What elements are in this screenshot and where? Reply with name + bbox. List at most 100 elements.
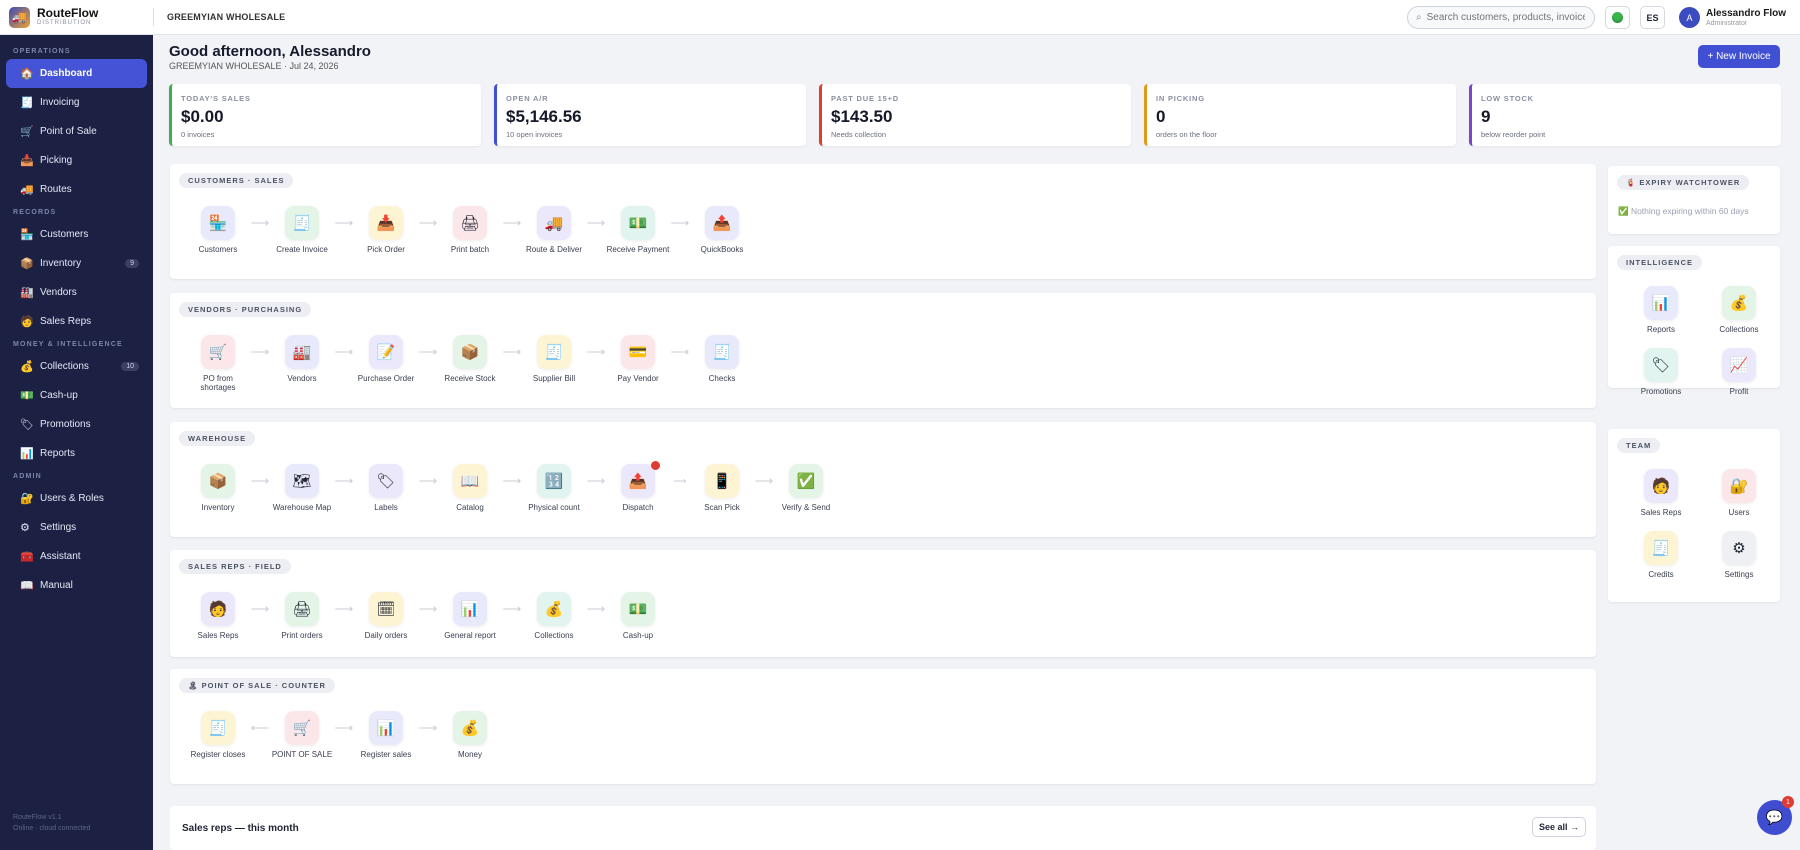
truck-icon: 🚚 [9, 6, 30, 28]
sidebar-item-assistant[interactable]: 🧰 Assistant [6, 542, 147, 571]
sidebar-item-invoicing[interactable]: 🧾 Invoicing [6, 88, 147, 117]
sidebar-item-settings[interactable]: ⚙ Settings [6, 513, 147, 542]
sidebar-item-collections[interactable]: 💰 Collections 10 [6, 352, 147, 381]
sidebar-item-manual[interactable]: 📖 Manual [6, 571, 147, 600]
team-item-credits[interactable]: 🧾 Credits [1622, 531, 1700, 579]
kpi-card-in-picking[interactable]: IN PICKING 0 orders on the floor [1144, 84, 1456, 146]
workflow-step-supplier-bill[interactable]: 🧾 Supplier Bill [524, 335, 584, 383]
panel-title: WAREHOUSE [179, 431, 256, 446]
connection-status: Online · cloud connected [13, 825, 91, 832]
kpi-card-open-a-r[interactable]: OPEN A/R $5,146.56 10 open invoices [494, 84, 806, 146]
sidebar-item-users-roles[interactable]: 🔐 Users & Roles [6, 484, 147, 513]
search-input[interactable] [1426, 12, 1585, 23]
notification-dot [651, 461, 660, 470]
workflow-step-collections[interactable]: 💰 Collections [524, 592, 584, 640]
sidebar-item-label: Sales Reps [40, 316, 92, 327]
workflow-steps: 🧾 Register closes ⟵ 🛒 POINT OF SALE ⟶ 📊 Registe… [188, 711, 500, 759]
team-item-sales-reps[interactable]: 🧑 Sales Reps [1622, 469, 1700, 517]
intelligence-item-promotions[interactable]: 🏷 Promotions [1622, 348, 1700, 396]
team-item-users[interactable]: 🔐 Users [1700, 469, 1778, 517]
workflow-step-customers[interactable]: 🏪 Customers [188, 206, 248, 254]
daily-orders-icon: 🗓 [369, 592, 403, 626]
kpi-card-past-due-15-d[interactable]: PAST DUE 15+D $143.50 Needs collection [819, 84, 1131, 146]
arrow-right-icon: ⟶ [754, 473, 774, 488]
status-button[interactable] [1604, 6, 1630, 29]
arrow-right-icon: ⟶ [586, 601, 606, 616]
vendors-icon: 🏭 [20, 287, 34, 299]
workflow-step-vendors[interactable]: 🏭 Vendors [272, 335, 332, 383]
sidebar-section-money-intelligence: MONEY & INTELLIGENCE [13, 341, 123, 348]
pay-vendor-icon: 💳 [621, 335, 655, 369]
assistant-icon: 🧰 [20, 551, 34, 563]
inventory-icon: 📦 [20, 258, 34, 270]
workflow-step-label: Labels [374, 503, 398, 512]
workflow-step-quickbooks[interactable]: 📤 QuickBooks [692, 206, 752, 254]
new-invoice-button[interactable]: + New Invoice [1698, 45, 1780, 68]
workflow-step-general-report[interactable]: 📊 General report [440, 592, 500, 640]
workflow-step-scan-pick[interactable]: 📱 Scan Pick [692, 464, 752, 512]
verify-send-icon: ✅ [789, 464, 823, 498]
sidebar-item-promotions[interactable]: 🏷 Promotions [6, 410, 147, 439]
workflow-step-register-sales[interactable]: 📊 Register sales [356, 711, 416, 759]
sidebar-item-cash-up[interactable]: 💵 Cash-up [6, 381, 147, 410]
sidebar-item-inventory[interactable]: 📦 Inventory 9 [6, 249, 147, 278]
workflow-panel-customers-sales: CUSTOMERS · SALES 🏪 Customers ⟶ 🧾 Create Invo… [170, 164, 1596, 279]
workflow-step-point-of-sale[interactable]: 🛒 POINT OF SALE [272, 711, 332, 759]
workflow-step-money[interactable]: 💰 Money [440, 711, 500, 759]
sidebar-item-reports[interactable]: 📊 Reports [6, 439, 147, 468]
item-label: Reports [1646, 325, 1675, 334]
kpi-card-low-stock[interactable]: LOW STOCK 9 below reorder point [1469, 84, 1781, 146]
workflow-step-receive-payment[interactable]: 💵 Receive Payment [607, 206, 669, 254]
register-sales-icon: 📊 [369, 711, 403, 745]
sales-reps-icon: 🧑 [201, 592, 235, 626]
search-box[interactable]: ⌕ [1406, 6, 1595, 29]
dispatch-icon: 📤 [621, 464, 655, 498]
workflow-step-checks[interactable]: 🧾 Checks [692, 335, 752, 383]
workflow-step-po-from-shortages[interactable]: 🛒 PO from shortages [188, 335, 248, 392]
sidebar-item-routes[interactable]: 🚚 Routes [6, 175, 147, 204]
workflow-step-purchase-order[interactable]: 📝 Purchase Order [356, 335, 416, 383]
workflow-step-daily-orders[interactable]: 🗓 Daily orders [356, 592, 416, 640]
intelligence-item-collections[interactable]: 💰 Collections [1700, 286, 1778, 334]
checks-icon: 🧾 [705, 335, 739, 369]
workflow-step-print-orders[interactable]: 🖨 Print orders [272, 592, 332, 640]
user-menu[interactable]: A Alessandro Flow Administrator [1678, 7, 1786, 28]
arrow-right-icon: ⟶ [418, 473, 438, 488]
language-button[interactable]: ES [1639, 6, 1665, 29]
workflow-step-verify-send[interactable]: ✅ Verify & Send [776, 464, 836, 512]
workflow-step-physical-count[interactable]: 🔢 Physical count [524, 464, 584, 512]
workflow-step-pick-order[interactable]: 📥 Pick Order [356, 206, 416, 254]
workflow-step-cash-up[interactable]: 💵 Cash-up [608, 592, 668, 640]
item-label: Collections [1719, 325, 1759, 334]
workflow-step-route-deliver[interactable]: 🚚 Route & Deliver [524, 206, 584, 254]
sidebar-item-point-of-sale[interactable]: 🛒 Point of Sale [6, 117, 147, 146]
workflow-step-warehouse-map[interactable]: 🗺 Warehouse Map [272, 464, 332, 512]
workflow-step-register-closes[interactable]: 🧾 Register closes [188, 711, 248, 759]
sidebar-item-customers[interactable]: 🏪 Customers [6, 220, 147, 249]
workflow-step-receive-stock[interactable]: 📦 Receive Stock [440, 335, 500, 383]
arrow-right-icon: ⟶ [502, 344, 522, 359]
workflow-step-label: Receive Stock [444, 374, 496, 383]
see-all-button[interactable]: See all → [1531, 817, 1586, 837]
team-item-settings[interactable]: ⚙ Settings [1700, 531, 1778, 579]
arrow-right-icon: ⟶ [586, 344, 606, 359]
sidebar-item-picking[interactable]: 📥 Picking [6, 146, 147, 175]
brand[interactable]: 🚚 RouteFlow DISTRIBUTION [0, 0, 153, 35]
arrow-right-icon: ⟶ [418, 720, 438, 735]
sidebar-item-vendors[interactable]: 🏭 Vendors [6, 278, 147, 307]
workflow-step-print-batch[interactable]: 🖨 Print batch [440, 206, 500, 254]
workflow-step-sales-reps[interactable]: 🧑 Sales Reps [188, 592, 248, 640]
workflow-step-catalog[interactable]: 📖 Catalog [440, 464, 500, 512]
sidebar-item-label: Vendors [40, 287, 77, 298]
workflow-step-pay-vendor[interactable]: 💳 Pay Vendor [608, 335, 668, 383]
workflow-step-create-invoice[interactable]: 🧾 Create Invoice [272, 206, 332, 254]
workflow-step-label: Sales Reps [197, 631, 239, 640]
sidebar-item-dashboard[interactable]: 🏠 Dashboard [6, 59, 147, 88]
intelligence-item-profit[interactable]: 📈 Profit [1700, 348, 1778, 396]
intelligence-item-reports[interactable]: 📊 Reports [1622, 286, 1700, 334]
kpi-card-today-s-sales[interactable]: TODAY'S SALES $0.00 0 invoices [169, 84, 481, 146]
workflow-step-inventory[interactable]: 📦 Inventory [188, 464, 248, 512]
workflow-step-labels[interactable]: 🏷 Labels [356, 464, 416, 512]
workflow-step-dispatch[interactable]: 📤 Dispatch [608, 461, 668, 512]
sidebar-item-sales-reps[interactable]: 🧑 Sales Reps [6, 307, 147, 336]
